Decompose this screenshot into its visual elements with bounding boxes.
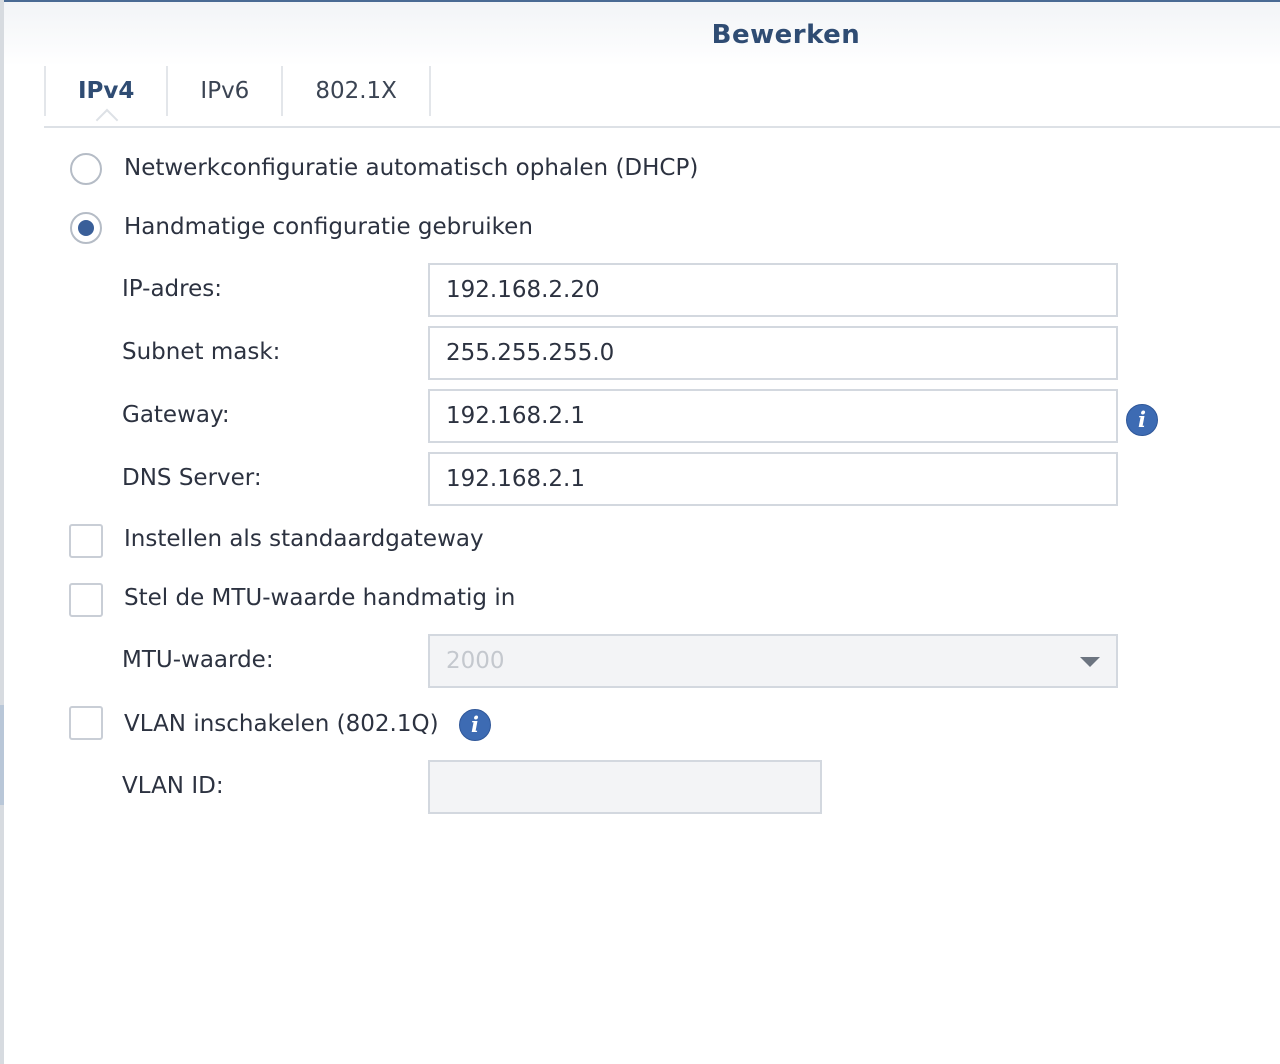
tab-ipv6[interactable]: IPv6 bbox=[166, 66, 281, 116]
mtu-value-label: MTU-waarde: bbox=[122, 647, 274, 673]
manual-config-radio[interactable] bbox=[70, 212, 102, 244]
mtu-value-selected: 2000 bbox=[446, 648, 505, 674]
window-left-edge-accent bbox=[0, 705, 4, 805]
dhcp-radio[interactable] bbox=[70, 153, 102, 185]
dialog-header: Bewerken bbox=[4, 2, 1280, 66]
dialog-title: Bewerken bbox=[711, 20, 861, 50]
vlan-enable-checkbox[interactable] bbox=[69, 706, 103, 740]
default-gateway-label[interactable]: Instellen als standaardgateway bbox=[124, 526, 484, 552]
subnet-mask-input[interactable] bbox=[428, 326, 1118, 380]
tab-ipv6-label: IPv6 bbox=[200, 78, 250, 104]
ip-address-input[interactable] bbox=[428, 263, 1118, 317]
manual-config-radio-label[interactable]: Handmatige configuratie gebruiken bbox=[124, 214, 533, 240]
tab-8021x-label: 802.1X bbox=[315, 78, 397, 104]
gateway-info-icon[interactable]: i bbox=[1126, 404, 1158, 436]
vlan-id-label: VLAN ID: bbox=[122, 773, 224, 799]
mtu-manual-checkbox[interactable] bbox=[69, 583, 103, 617]
gateway-input[interactable] bbox=[428, 389, 1118, 443]
window-left-edge bbox=[0, 0, 4, 1064]
tab-8021x[interactable]: 802.1X bbox=[281, 66, 431, 116]
tab-ipv4[interactable]: IPv4 bbox=[44, 66, 166, 132]
mtu-manual-label[interactable]: Stel de MTU-waarde handmatig in bbox=[124, 585, 515, 611]
tab-ipv4-label: IPv4 bbox=[78, 78, 135, 104]
vlan-id-input[interactable] bbox=[428, 760, 822, 814]
vlan-enable-label[interactable]: VLAN inschakelen (802.1Q) bbox=[124, 711, 439, 737]
mtu-value-select[interactable]: 2000 bbox=[428, 634, 1118, 688]
dhcp-radio-label[interactable]: Netwerkconfiguratie automatisch ophalen … bbox=[124, 155, 698, 181]
subnet-mask-label: Subnet mask: bbox=[122, 339, 281, 365]
tab-bar-divider bbox=[44, 126, 1280, 128]
dns-server-label: DNS Server: bbox=[122, 465, 262, 491]
gateway-label: Gateway: bbox=[122, 402, 230, 428]
edit-dialog: Bewerken IPv4 IPv6 802.1X Netwerkconfigu… bbox=[0, 0, 1280, 1064]
chevron-down-icon bbox=[1080, 657, 1100, 667]
dns-server-input[interactable] bbox=[428, 452, 1118, 506]
ip-address-label: IP-adres: bbox=[122, 276, 222, 302]
vlan-info-icon[interactable]: i bbox=[459, 709, 491, 741]
tab-bar: IPv4 IPv6 802.1X bbox=[44, 66, 431, 132]
default-gateway-checkbox[interactable] bbox=[69, 524, 103, 558]
